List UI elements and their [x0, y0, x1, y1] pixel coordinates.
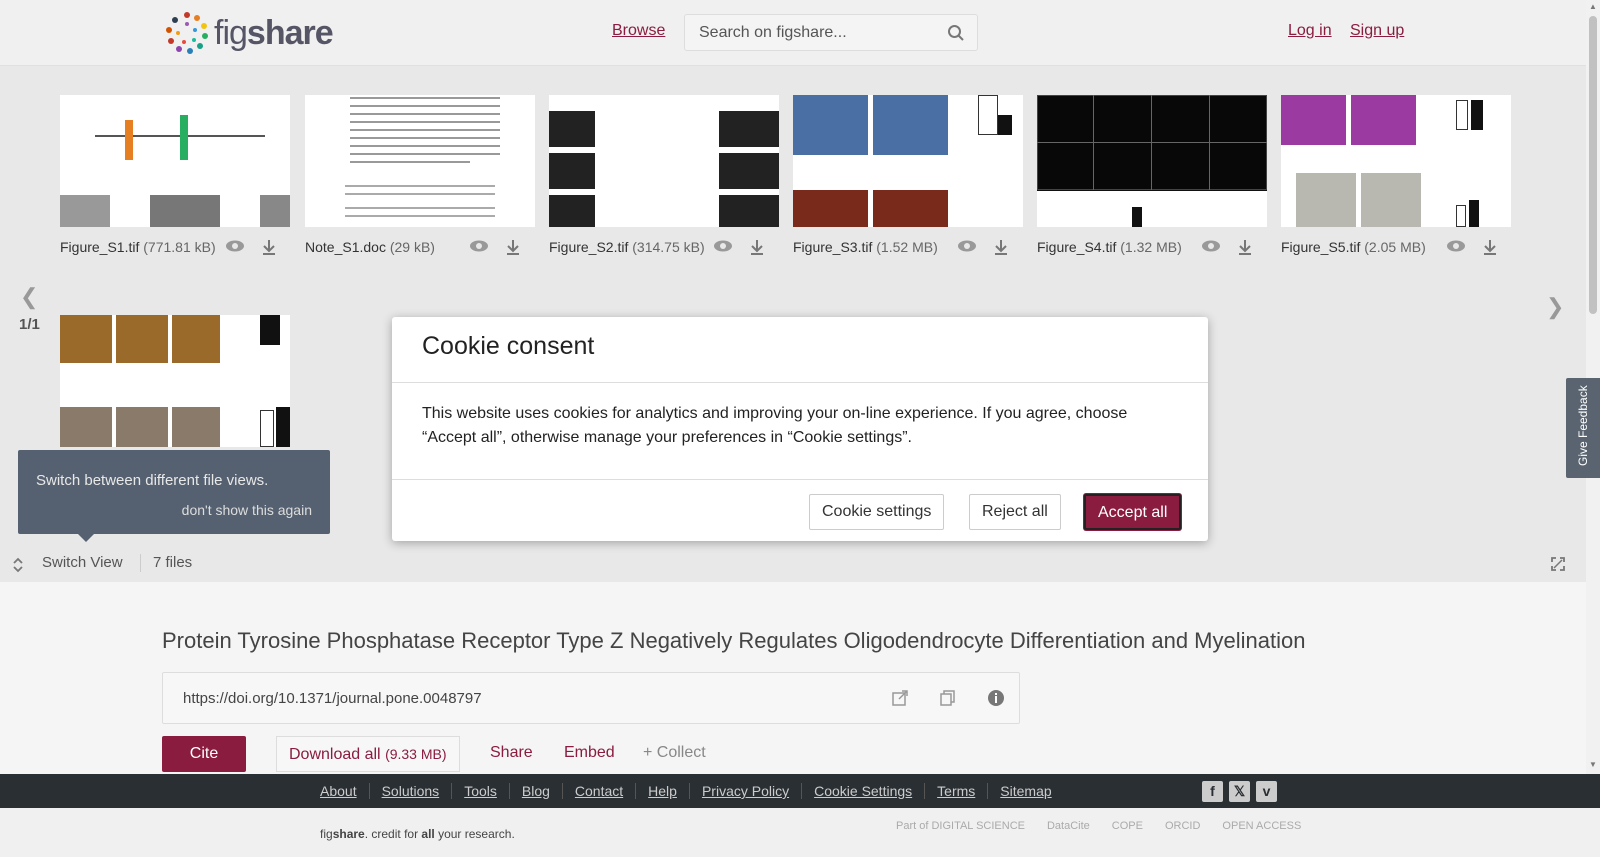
tagline-text-1: . credit for [364, 827, 422, 841]
footer-link-help[interactable]: Help [635, 783, 689, 799]
footer-link-cookie-settings[interactable]: Cookie Settings [801, 783, 924, 799]
dialog-header: Cookie consent [392, 317, 1208, 383]
accept-all-button[interactable]: Accept all [1084, 494, 1182, 530]
footer-link-sitemap[interactable]: Sitemap [987, 783, 1063, 799]
footer-link-tools[interactable]: Tools [451, 783, 509, 799]
dialog-footer: Cookie settings Reject all Accept all [392, 479, 1208, 541]
footer-link-privacy[interactable]: Privacy Policy [688, 783, 801, 799]
footer-links: About Solutions Tools Blog Contact Help … [320, 783, 1064, 799]
x-twitter-icon[interactable]: 𝕏 [1229, 781, 1250, 802]
datacite-logo[interactable]: DataCite [1047, 820, 1090, 832]
facebook-icon[interactable]: f [1202, 781, 1223, 802]
footer-links-bar: About Solutions Tools Blog Contact Help … [0, 774, 1600, 808]
cookie-consent-dialog: Cookie consent This website uses cookies… [392, 317, 1208, 541]
dialog-body: This website uses cookies for analytics … [422, 405, 1128, 446]
footer-link-solutions[interactable]: Solutions [368, 783, 452, 799]
footer-tagline: figshare. credit for all your research. [320, 827, 515, 841]
cookie-settings-button[interactable]: Cookie settings [809, 494, 945, 530]
tagline-all: all [421, 827, 435, 841]
open-access-logo[interactable]: OPEN ACCESS [1222, 820, 1301, 832]
orcid-logo[interactable]: ORCID [1165, 820, 1200, 832]
cope-logo[interactable]: COPE [1112, 820, 1143, 832]
scroll-down-icon[interactable]: ▼ [1589, 760, 1597, 769]
footer-link-about[interactable]: About [320, 783, 369, 799]
footer-link-contact[interactable]: Contact [561, 783, 635, 799]
digital-science-logo[interactable]: Part of DIGITAL SCIENCE [896, 820, 1025, 832]
footer-link-terms[interactable]: Terms [924, 783, 987, 799]
tagline-share: share [332, 827, 365, 841]
scroll-up-icon[interactable]: ▲ [1589, 2, 1597, 11]
scrollbar-thumb[interactable] [1589, 16, 1597, 314]
tagline-text-2: your research. [434, 827, 515, 841]
reject-all-button[interactable]: Reject all [969, 494, 1061, 530]
footer-bottom: figshare. credit for all your research. … [0, 808, 1600, 857]
partner-logos: Part of DIGITAL SCIENCE DataCite COPE OR… [896, 820, 1301, 832]
tagline-fig: fig [320, 827, 333, 841]
footer-link-blog[interactable]: Blog [508, 783, 562, 799]
dialog-title: Cookie consent [422, 332, 595, 360]
vimeo-icon[interactable]: v [1256, 781, 1277, 802]
social-links: f 𝕏 v [1202, 781, 1277, 802]
